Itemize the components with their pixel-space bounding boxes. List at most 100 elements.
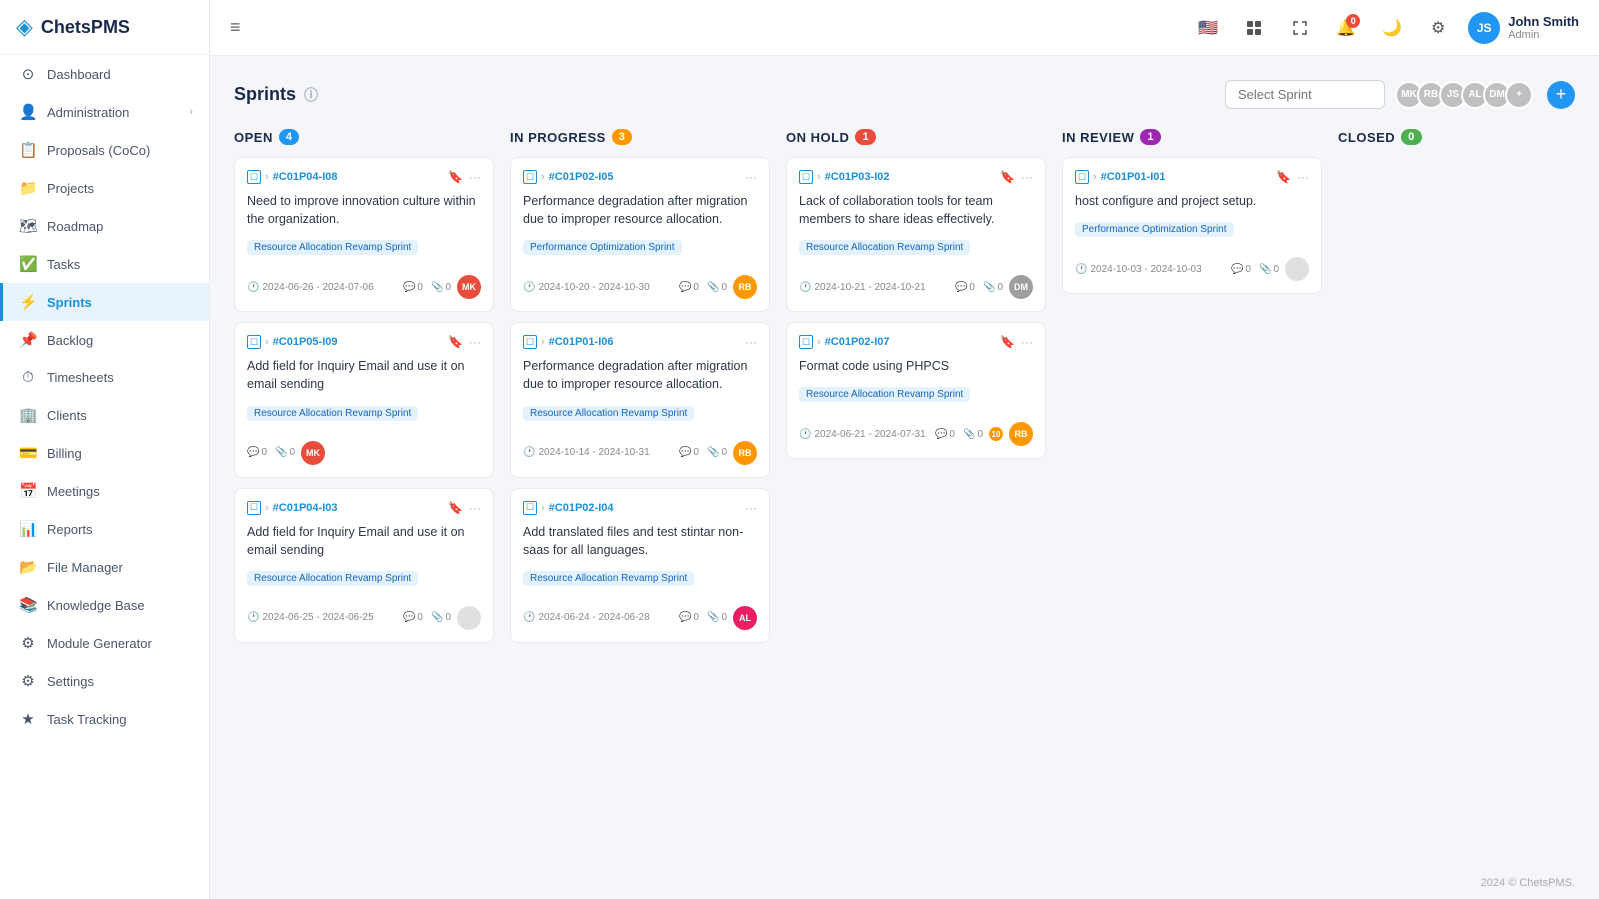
nav-icon-task-tracking: ★ bbox=[19, 710, 37, 728]
sidebar-item-task-tracking[interactable]: ★ Task Tracking bbox=[0, 700, 209, 738]
bookmark-icon[interactable]: 🔖 bbox=[1000, 170, 1015, 184]
card-checkbox[interactable]: ☐ bbox=[799, 335, 813, 349]
task-card[interactable]: ☐ › #C01P02-I05 ··· Performance degradat… bbox=[510, 157, 770, 312]
card-footer: 🕐 2024-06-25 - 2024-06-25 💬 0 📎 0 bbox=[247, 606, 481, 630]
card-expand-icon[interactable]: › bbox=[265, 336, 269, 348]
task-card[interactable]: ☐ › #C01P01-I06 ··· Performance degradat… bbox=[510, 322, 770, 477]
bookmark-icon[interactable]: 🔖 bbox=[448, 335, 463, 349]
sidebar-item-billing[interactable]: 💳 Billing bbox=[0, 434, 209, 472]
sidebar-item-knowledge-base[interactable]: 📚 Knowledge Base bbox=[0, 586, 209, 624]
sidebar-item-module-generator[interactable]: ⚙ Module Generator bbox=[0, 624, 209, 662]
card-id: #C01P01-I06 bbox=[549, 336, 614, 348]
add-member-button[interactable]: + bbox=[1547, 81, 1575, 109]
sidebar-item-dashboard[interactable]: ⊙ Dashboard bbox=[0, 55, 209, 93]
sidebar-item-file-manager[interactable]: 📂 File Manager bbox=[0, 548, 209, 586]
task-card[interactable]: ☐ › #C01P05-I09 🔖 ··· Add field for Inqu… bbox=[234, 322, 494, 477]
more-options-icon[interactable]: ··· bbox=[469, 170, 481, 184]
logo[interactable]: ◈ ChetsPMS bbox=[0, 0, 209, 55]
task-card[interactable]: ☐ › #C01P02-I04 ··· Add translated files… bbox=[510, 488, 770, 643]
clock-icon: 🕐 bbox=[1075, 264, 1087, 275]
card-checkbox[interactable]: ☐ bbox=[247, 501, 261, 515]
card-expand-icon[interactable]: › bbox=[817, 336, 821, 348]
avatar-6: + bbox=[1505, 81, 1533, 109]
task-card[interactable]: ☐ › #C01P04-I03 🔖 ··· Add field for Inqu… bbox=[234, 488, 494, 643]
sidebar-item-reports[interactable]: 📊 Reports bbox=[0, 510, 209, 548]
language-icon[interactable]: 🇺🇸 bbox=[1192, 12, 1224, 44]
more-options-icon[interactable]: ··· bbox=[469, 501, 481, 515]
card-expand-icon[interactable]: › bbox=[541, 336, 545, 348]
card-checkbox[interactable]: ☐ bbox=[1075, 170, 1089, 184]
card-footer: 🕐 2024-06-24 - 2024-06-28 💬 0 📎 0 bbox=[523, 606, 757, 630]
sidebar-item-settings[interactable]: ⚙ Settings bbox=[0, 662, 209, 700]
expand-icon[interactable] bbox=[1284, 12, 1316, 44]
more-options-icon[interactable]: ··· bbox=[745, 501, 757, 515]
card-tag[interactable]: Resource Allocation Revamp Sprint bbox=[247, 406, 418, 421]
attachment-icon: 📎 bbox=[707, 282, 719, 293]
more-options-icon[interactable]: ··· bbox=[1297, 170, 1309, 184]
card-tag[interactable]: Performance Optimization Sprint bbox=[523, 240, 682, 255]
sidebar-item-proposals[interactable]: 📋 Proposals (CoCo) bbox=[0, 131, 209, 169]
bookmark-icon[interactable]: 🔖 bbox=[448, 501, 463, 515]
sidebar-item-backlog[interactable]: 📌 Backlog bbox=[0, 321, 209, 359]
bookmark-icon[interactable]: 🔖 bbox=[1000, 335, 1015, 349]
card-tag[interactable]: Resource Allocation Revamp Sprint bbox=[523, 571, 694, 586]
bookmark-icon[interactable]: 🔖 bbox=[1276, 170, 1291, 184]
sprint-select-input[interactable] bbox=[1225, 80, 1385, 109]
task-card[interactable]: ☐ › #C01P01-I01 🔖 ··· host configure and… bbox=[1062, 157, 1322, 294]
more-options-icon[interactable]: ··· bbox=[469, 335, 481, 349]
sidebar-item-administration[interactable]: 👤 Administration › bbox=[0, 93, 209, 131]
card-checkbox[interactable]: ☐ bbox=[799, 170, 813, 184]
attachments-count: 📎 0 bbox=[1259, 264, 1279, 275]
card-header: ☐ › #C01P02-I05 ··· bbox=[523, 170, 757, 184]
card-tag[interactable]: Resource Allocation Revamp Sprint bbox=[247, 240, 418, 255]
attachment-icon: 📎 bbox=[707, 612, 719, 623]
card-expand-icon[interactable]: › bbox=[541, 502, 545, 514]
sidebar-item-clients[interactable]: 🏢 Clients bbox=[0, 396, 209, 434]
card-checkbox[interactable]: ☐ bbox=[247, 170, 261, 184]
sidebar-item-timesheets[interactable]: ⏱ Timesheets bbox=[0, 359, 209, 396]
user-profile[interactable]: JS John Smith Admin bbox=[1468, 12, 1579, 44]
card-meta: 💬 0 📎 0 bbox=[1231, 264, 1279, 275]
task-card[interactable]: ☐ › #C01P02-I07 🔖 ··· Format code using … bbox=[786, 322, 1046, 459]
card-expand-icon[interactable]: › bbox=[1093, 171, 1097, 183]
card-checkbox[interactable]: ☐ bbox=[523, 335, 537, 349]
card-meta: 💬 0 📎 0 bbox=[935, 429, 983, 440]
more-options-icon[interactable]: ··· bbox=[745, 335, 757, 349]
card-tag[interactable]: Performance Optimization Sprint bbox=[1075, 222, 1234, 237]
card-checkbox[interactable]: ☐ bbox=[247, 335, 261, 349]
more-options-icon[interactable]: ··· bbox=[1021, 170, 1033, 184]
page-info-icon[interactable]: ⓘ bbox=[304, 85, 318, 105]
task-card[interactable]: ☐ › #C01P04-I08 🔖 ··· Need to improve in… bbox=[234, 157, 494, 312]
task-card[interactable]: ☐ › #C01P03-I02 🔖 ··· Lack of collaborat… bbox=[786, 157, 1046, 312]
card-footer: 🕐 2024-10-21 - 2024-10-21 💬 0 📎 0 bbox=[799, 275, 1033, 299]
hamburger-button[interactable]: ≡ bbox=[230, 17, 241, 38]
settings-topbar-icon[interactable]: ⚙ bbox=[1422, 12, 1454, 44]
card-tag[interactable]: Resource Allocation Revamp Sprint bbox=[799, 240, 970, 255]
dark-mode-icon[interactable]: 🌙 bbox=[1376, 12, 1408, 44]
sidebar-item-roadmap[interactable]: 🗺 Roadmap bbox=[0, 207, 209, 245]
card-expand-icon[interactable]: › bbox=[817, 171, 821, 183]
sidebar-item-sprints[interactable]: ⚡ Sprints bbox=[0, 283, 209, 321]
attachment-icon: 📎 bbox=[1259, 264, 1271, 275]
sidebar-item-meetings[interactable]: 📅 Meetings bbox=[0, 472, 209, 510]
sidebar-item-projects[interactable]: 📁 Projects bbox=[0, 169, 209, 207]
more-options-icon[interactable]: ··· bbox=[745, 170, 757, 184]
card-title: Add field for Inquiry Email and use it o… bbox=[247, 523, 481, 559]
card-expand-icon[interactable]: › bbox=[265, 171, 269, 183]
nav-icon-dashboard: ⊙ bbox=[19, 65, 37, 83]
card-checkbox[interactable]: ☐ bbox=[523, 501, 537, 515]
notification-bell-icon[interactable]: 🔔 0 bbox=[1330, 12, 1362, 44]
card-checkbox[interactable]: ☐ bbox=[523, 170, 537, 184]
card-tag[interactable]: Resource Allocation Revamp Sprint bbox=[247, 571, 418, 586]
bookmark-icon[interactable]: 🔖 bbox=[448, 170, 463, 184]
grid-icon[interactable] bbox=[1238, 12, 1270, 44]
more-options-icon[interactable]: ··· bbox=[1021, 335, 1033, 349]
card-expand-icon[interactable]: › bbox=[541, 171, 545, 183]
nav-label-billing: Billing bbox=[47, 446, 193, 461]
card-tag-container: Resource Allocation Revamp Sprint bbox=[247, 569, 481, 596]
card-tag[interactable]: Resource Allocation Revamp Sprint bbox=[523, 406, 694, 421]
card-tag[interactable]: Resource Allocation Revamp Sprint bbox=[799, 387, 970, 402]
sidebar-item-tasks[interactable]: ✅ Tasks bbox=[0, 245, 209, 283]
card-expand-icon[interactable]: › bbox=[265, 502, 269, 514]
nav-icon-timesheets: ⏱ bbox=[19, 369, 37, 386]
